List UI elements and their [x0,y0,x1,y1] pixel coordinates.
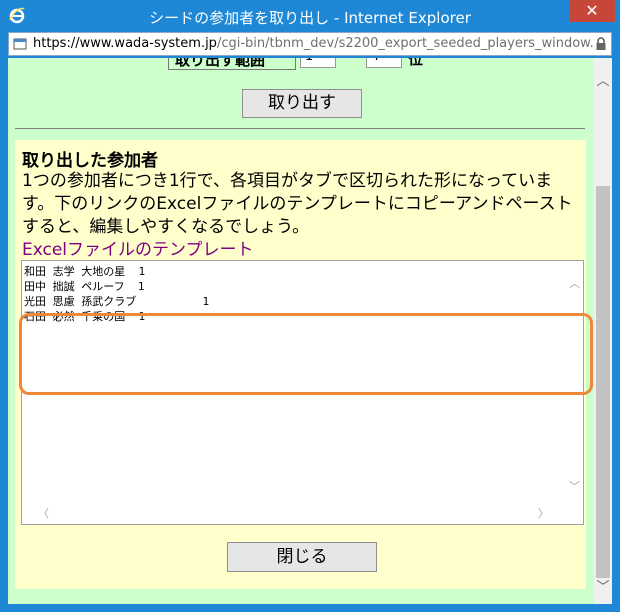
address-bar[interactable]: https://www.wada-system.jp/cgi-bin/tbnm_… [8,32,612,56]
browser-window: シードの参加者を取り出し - Internet Explorer ✕ https… [0,0,620,612]
textarea-scroll-left-icon[interactable]: 〈 [38,505,49,521]
address-path: /cgi-bin/tbnm_dev/s2200_export_seeded_pl… [216,36,593,51]
textarea-line: 田中 拙誠 ペルーフ 1 [24,280,145,293]
panel-description: 1つの参加者につき1行で、各項目がタブで区切られた形になっています。下のリンクの… [22,171,573,237]
page-content: 取り出す範囲 1 4 位 取り出す 取り出した参加者 1つの参加者につき1行で、… [8,58,594,604]
page-icon [13,38,27,50]
window-title: シードの参加者を取り出し - Internet Explorer [149,9,471,27]
extract-button[interactable]: 取り出す [242,89,362,118]
highlight-annotation [19,313,593,395]
range-unit: 位 [408,58,424,68]
range-from-input[interactable]: 1 [300,58,336,68]
scroll-down-icon[interactable]: ﹀ [594,576,612,595]
range-label: 取り出す範囲 [168,58,296,70]
textarea-scroll-up-icon[interactable]: ︿ [569,275,580,291]
divider [15,128,585,129]
excel-template-link[interactable]: Excelファイルのテンプレート [22,235,254,260]
close-button[interactable]: 閉じる [227,542,377,572]
textarea-scroll-down-icon[interactable]: ﹀ [569,478,580,494]
scrollbar-thumb[interactable] [596,186,610,578]
address-url[interactable]: https://www.wada-system.jp/cgi-bin/tbnm_… [33,36,593,51]
window-close-button[interactable]: ✕ [569,0,615,22]
textarea-line: 光田 思慮 孫武クラブ 1 [24,295,210,308]
panel-heading: 取り出した参加者 [22,151,158,171]
textarea-scroll-right-icon[interactable]: 〉 [538,505,549,521]
scroll-up-icon[interactable]: ︿ [594,70,612,89]
title-bar: シードの参加者を取り出し - Internet Explorer ✕ [0,0,620,32]
lock-icon [596,37,606,50]
range-to-input[interactable]: 4 [366,58,402,68]
textarea-line: 和田 志学 大地の星 1 [24,265,146,278]
address-domain: https://www.wada-system.jp [33,36,217,51]
page-scrollbar[interactable]: ︿ ﹀ [594,58,612,604]
